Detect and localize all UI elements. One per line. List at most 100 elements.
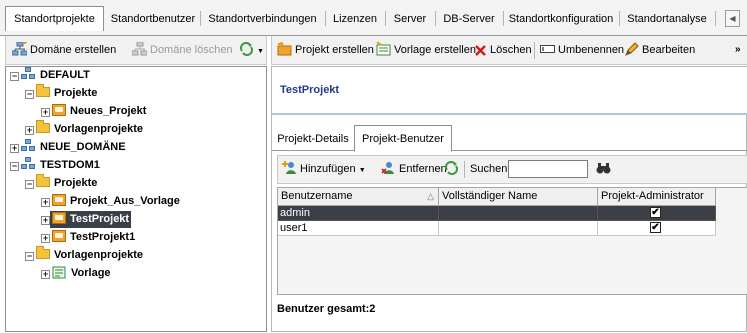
- tab-scroll-left-icon[interactable]: ◀: [725, 10, 740, 27]
- edit-button[interactable]: Bearbeiten: [624, 42, 695, 58]
- tree-node-testprojekt[interactable]: TestProjekt: [50, 211, 132, 228]
- remove-user-label: Entfernen: [399, 163, 447, 175]
- create-template-label: Vorlage erstellen: [394, 44, 476, 56]
- add-user-label: Hinzufügen: [300, 163, 356, 175]
- tree-node-vorlagenprojekte[interactable]: Vorlagenprojekte: [36, 246, 143, 264]
- chevron-down-icon: ▼: [358, 167, 366, 174]
- tree-node-neue-domaene[interactable]: NEUE_DOMÄNE: [21, 139, 126, 156]
- users-grid: Benutzername △ Vollständiger Name Projekt…: [277, 187, 747, 295]
- edit-label: Bearbeiten: [642, 44, 696, 56]
- tree-expander[interactable]: +: [41, 216, 50, 225]
- domain-icon: [21, 67, 36, 80]
- tree-expander[interactable]: +: [10, 144, 19, 153]
- remove-user-icon: [381, 161, 396, 175]
- delete-domain-label: Domäne löschen: [150, 44, 233, 56]
- tab-db-server[interactable]: DB-Server: [437, 8, 501, 30]
- create-template-button[interactable]: Vorlage erstellen: [376, 41, 476, 58]
- column-header-vollstaendiger-name[interactable]: Vollständiger Name: [439, 188, 598, 206]
- column-header-benutzername[interactable]: Benutzername △: [278, 188, 439, 206]
- rename-button[interactable]: Umbenennen: [540, 42, 624, 58]
- tree-node-vorlagenprojekte[interactable]: Vorlagenprojekte: [36, 120, 143, 138]
- table-row[interactable]: admin ✔: [278, 206, 716, 221]
- project-icon: [52, 212, 66, 224]
- tab-lizenzen[interactable]: Lizenzen: [327, 8, 383, 30]
- remove-user-button[interactable]: Entfernen: [381, 161, 447, 177]
- tree-node-projekt-aus-vorlage[interactable]: Projekt_Aus_Vorlage: [52, 193, 180, 210]
- top-tab-strip: Standortprojekte Standortbenutzer Stando…: [0, 0, 747, 36]
- tab-standortverbindungen[interactable]: Standortverbindungen: [202, 8, 323, 30]
- tab-server[interactable]: Server: [387, 8, 433, 30]
- refresh-icon: [444, 161, 459, 175]
- cell-fullname: [439, 206, 598, 221]
- create-project-label: Projekt erstellen: [295, 44, 374, 56]
- cell-admin: ✔: [598, 221, 716, 236]
- tree-expander[interactable]: −: [10, 72, 19, 81]
- create-domain-button[interactable]: Domäne erstellen: [11, 40, 117, 58]
- page-title: TestProjekt: [280, 84, 340, 96]
- create-domain-label: Domäne erstellen: [30, 44, 117, 56]
- table-row[interactable]: user1 ✔: [278, 221, 716, 236]
- delete-domain-button[interactable]: Domäne löschen: [131, 41, 233, 58]
- sort-ascending-icon: △: [427, 191, 434, 201]
- tree-expander[interactable]: +: [25, 126, 34, 135]
- delete-icon: [475, 44, 487, 58]
- project-toolbar: Projekt erstellen Vorlage erstellen Lösc…: [271, 36, 747, 65]
- domain-toolbar: Domäne erstellen Domäne löschen ▼: [5, 36, 267, 65]
- folder-icon: [36, 246, 50, 259]
- column-header-projekt-administrator[interactable]: Projekt-Administrator: [598, 188, 716, 206]
- cell-username: user1: [278, 221, 439, 236]
- tree-node-neues-projekt[interactable]: Neues_Projekt: [52, 103, 146, 120]
- tab-standortbenutzer[interactable]: Standortbenutzer: [108, 8, 198, 30]
- tree-node-testprojekt1[interactable]: TestProjekt1: [52, 229, 135, 246]
- tab-standortanalyse[interactable]: Standortanalyse: [621, 8, 713, 30]
- template-icon: [52, 265, 67, 279]
- tree-node-projekte[interactable]: Projekte: [36, 84, 97, 102]
- folder-icon: [36, 174, 50, 187]
- add-user-icon: [282, 161, 297, 175]
- tree-node-default[interactable]: DEFAULT: [21, 67, 90, 84]
- create-project-button[interactable]: Projekt erstellen: [277, 41, 374, 58]
- user-total-label: Benutzer gesamt:: [277, 303, 370, 315]
- delete-domain-icon: [131, 41, 148, 56]
- cell-username: admin: [278, 206, 439, 221]
- search-label: Suchen: [470, 163, 508, 175]
- tab-standortprojekte[interactable]: Standortprojekte: [5, 6, 104, 31]
- tree-node-vorlage[interactable]: Vorlage: [52, 265, 111, 282]
- pencil-icon: [624, 42, 639, 56]
- cell-fullname: [439, 221, 598, 236]
- admin-checkbox[interactable]: ✔: [650, 222, 661, 233]
- tab-projekt-details[interactable]: Projekt-Details: [277, 128, 349, 151]
- folder-icon: [36, 84, 50, 97]
- create-template-icon: [376, 41, 391, 56]
- folder-icon: [36, 120, 50, 133]
- tree-expander[interactable]: +: [41, 234, 50, 243]
- search-button[interactable]: [596, 161, 614, 177]
- toolbar-overflow-button[interactable]: »: [735, 42, 741, 58]
- create-domain-icon: [11, 40, 28, 56]
- tree-node-projekte[interactable]: Projekte: [36, 174, 97, 192]
- tab-standortkonfiguration[interactable]: Standortkonfiguration: [505, 8, 617, 30]
- tab-projekt-benutzer[interactable]: Projekt-Benutzer: [354, 125, 452, 152]
- project-detail-panel: TestProjekt Projekt-Details Projekt-Benu…: [271, 66, 747, 332]
- rename-label: Umbenennen: [558, 44, 625, 56]
- rename-icon: [540, 42, 555, 56]
- tree-node-testdom1[interactable]: TESTDOM1: [21, 157, 100, 174]
- detail-tab-strip: Projekt-Details Projekt-Benutzer: [272, 124, 747, 152]
- search-input[interactable]: [508, 160, 588, 178]
- tree-expander[interactable]: −: [25, 90, 34, 99]
- delete-button[interactable]: Löschen: [475, 42, 532, 58]
- tree-expander[interactable]: +: [41, 108, 50, 117]
- tree-expander[interactable]: −: [10, 162, 19, 171]
- tree-expander[interactable]: +: [41, 270, 50, 279]
- admin-checkbox[interactable]: ✔: [650, 207, 661, 218]
- tree-expander[interactable]: −: [25, 180, 34, 189]
- chevron-down-icon: ▼: [257, 48, 264, 55]
- project-icon: [52, 194, 66, 206]
- refresh-users-button[interactable]: [444, 161, 462, 177]
- tree-expander[interactable]: +: [41, 198, 50, 207]
- users-toolbar: Hinzufügen ▼ Entfernen Suchen: [277, 155, 747, 184]
- refresh-dropdown-button[interactable]: ▼: [239, 42, 264, 58]
- tree-expander[interactable]: −: [25, 252, 34, 261]
- domain-icon: [21, 157, 36, 170]
- add-user-button[interactable]: Hinzufügen ▼: [282, 161, 366, 177]
